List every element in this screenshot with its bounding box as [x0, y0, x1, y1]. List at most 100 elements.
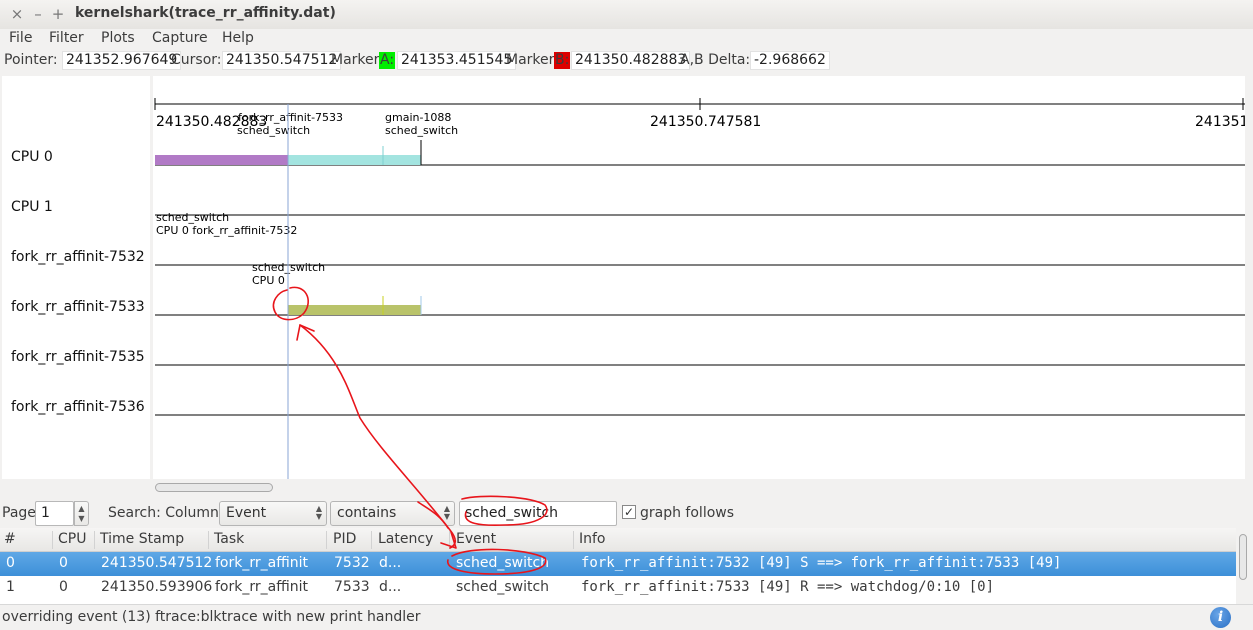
cell-pid: 7532 [334, 555, 370, 571]
column-separator [573, 531, 574, 549]
marker-b-label: Marker [506, 52, 555, 68]
graph-follows-checkbox[interactable]: ✓ [622, 505, 636, 519]
plot-labels-panel: CPU 0 CPU 1 fork_rr_affinit-7532 fork_rr… [2, 76, 150, 479]
column-select-value: Event [226, 505, 267, 521]
table-row[interactable]: 1 0 241350.593906 fork_rr_affinit 7533 d… [0, 576, 1236, 600]
event-annotation: CPU 0 fork_rr_affinit-7532 [156, 224, 297, 237]
menu-bar: File Filter Plots Capture Help [0, 29, 1253, 50]
window-title: kernelshark(trace_rr_affinity.dat) [75, 5, 336, 21]
menu-capture[interactable]: Capture [152, 30, 208, 46]
plot-label-task-7533[interactable]: fork_rr_affinit-7533 [11, 299, 145, 315]
marker-b-value: 241350.482883 [571, 51, 691, 70]
table-row[interactable]: 0 0 241350.547512 fork_rr_affinit 7532 d… [0, 552, 1236, 576]
time-label: 241350.747581 [650, 114, 761, 130]
minimize-icon[interactable]: – [30, 5, 46, 23]
cell-task: fork_rr_affinit [215, 579, 308, 595]
cell-pid: 7533 [334, 579, 370, 595]
cell-info: fork_rr_affinit:7533 [49] R ==> watchdog… [581, 579, 995, 595]
time-label: 241351. [1195, 114, 1245, 130]
column-header-event[interactable]: Event [456, 531, 496, 547]
menu-plots[interactable]: Plots [101, 30, 135, 46]
search-bar: Page 1 ▲ ▼ Search: Column: Event ▲ ▼ conta… [0, 499, 1253, 528]
search-column-label: Search: Column: [108, 505, 224, 521]
match-select-value: contains [337, 505, 397, 521]
delta-label: A,B Delta: [680, 52, 751, 68]
plot-label-cpu0[interactable]: CPU 0 [11, 149, 53, 165]
page-spinner[interactable]: ▲ ▼ [74, 501, 89, 526]
plot-horizontal-scrollbar[interactable] [153, 482, 1245, 494]
page-label: Page [2, 505, 36, 521]
status-text: overriding event (13) ftrace:blktrace wi… [2, 609, 421, 625]
cpu0-task-bar[interactable] [288, 155, 421, 165]
title-bar: × – + kernelshark(trace_rr_affinity.dat) [0, 0, 1253, 29]
task-7533-bar[interactable] [288, 305, 421, 315]
cell-latency: d... [379, 555, 402, 571]
column-separator [449, 531, 450, 549]
cell-event: sched_switch [456, 555, 550, 571]
column-header-pid[interactable]: PID [333, 531, 356, 547]
event-annotation: sched_switch [156, 211, 229, 224]
marker-a-value: 241353.451545 [397, 51, 517, 70]
menu-file[interactable]: File [9, 30, 32, 46]
status-bar: overriding event (13) ftrace:blktrace wi… [0, 604, 1253, 630]
column-header-info[interactable]: Info [579, 531, 606, 547]
delta-value: -2.968662 [750, 51, 830, 70]
cell-timestamp: 241350.593906 [101, 579, 213, 595]
event-table: # CPU Time Stamp Task PID Latency Event … [0, 528, 1236, 604]
column-separator [52, 531, 53, 549]
cell-latency: d... [379, 579, 402, 595]
cell-timestamp: 241350.547512 [101, 555, 213, 571]
event-annotation: CPU 0 [252, 274, 285, 287]
plot-label-cpu1[interactable]: CPU 1 [11, 199, 53, 215]
scrollbar-thumb[interactable] [155, 483, 273, 492]
maximize-icon[interactable]: + [50, 5, 66, 23]
column-header-task[interactable]: Task [214, 531, 244, 547]
close-icon[interactable]: × [9, 5, 25, 23]
plot-canvas[interactable]: 241350.482883 241350.747581 241351. fork… [153, 76, 1245, 479]
search-input[interactable]: sched_switch [459, 501, 617, 526]
info-icon[interactable]: i [1210, 607, 1231, 628]
marker-b-swatch: B: [554, 52, 571, 69]
column-select[interactable]: Event ▲ ▼ [219, 501, 327, 526]
marker-a-swatch: A: [379, 52, 396, 69]
column-separator [94, 531, 95, 549]
cell-number: 1 [6, 579, 15, 595]
column-separator [208, 531, 209, 549]
column-header-number[interactable]: # [4, 531, 16, 547]
cursor-label: Cursor: [171, 52, 222, 68]
chevron-updown-icon: ▲ ▼ [443, 504, 450, 521]
graph-follows-label: graph follows [640, 505, 735, 521]
pointer-label: Pointer: [4, 52, 58, 68]
event-annotation: gmain-1088 [385, 111, 451, 124]
column-separator [326, 531, 327, 549]
cursor-value: 241350.547512 [222, 51, 342, 70]
plot-label-task-7535[interactable]: fork_rr_affinit-7535 [11, 349, 145, 365]
event-annotation: fork_rr_affinit-7533 [238, 111, 343, 124]
page-input[interactable]: 1 [35, 501, 74, 526]
table-vertical-scrollbar[interactable] [1236, 528, 1250, 604]
cell-task: fork_rr_affinit [215, 555, 308, 571]
column-separator [371, 531, 372, 549]
cpu0-task-bar[interactable] [155, 155, 288, 165]
cell-event: sched_switch [456, 579, 550, 595]
event-annotation: sched_switch [252, 261, 325, 274]
pointer-value: 241352.967649 [62, 51, 182, 70]
cell-info: fork_rr_affinit:7532 [49] S ==> fork_rr_… [581, 555, 1062, 571]
plot-label-task-7532[interactable]: fork_rr_affinit-7532 [11, 249, 145, 265]
column-header-latency[interactable]: Latency [378, 531, 433, 547]
cell-cpu: 0 [59, 579, 68, 595]
table-header: # CPU Time Stamp Task PID Latency Event … [0, 528, 1236, 552]
scrollbar-thumb[interactable] [1239, 534, 1247, 580]
menu-help[interactable]: Help [222, 30, 254, 46]
event-annotation: sched_switch [385, 124, 458, 137]
plot-label-task-7536[interactable]: fork_rr_affinit-7536 [11, 399, 145, 415]
menu-filter[interactable]: Filter [49, 30, 84, 46]
cell-number: 0 [6, 555, 15, 571]
event-annotation: sched_switch [237, 124, 310, 137]
chevron-updown-icon: ▲ ▼ [315, 504, 322, 521]
match-select[interactable]: contains ▲ ▼ [330, 501, 455, 526]
cell-cpu: 0 [59, 555, 68, 571]
marker-a-label: Marker [331, 52, 380, 68]
column-header-cpu[interactable]: CPU [58, 531, 86, 547]
column-header-timestamp[interactable]: Time Stamp [100, 531, 184, 547]
